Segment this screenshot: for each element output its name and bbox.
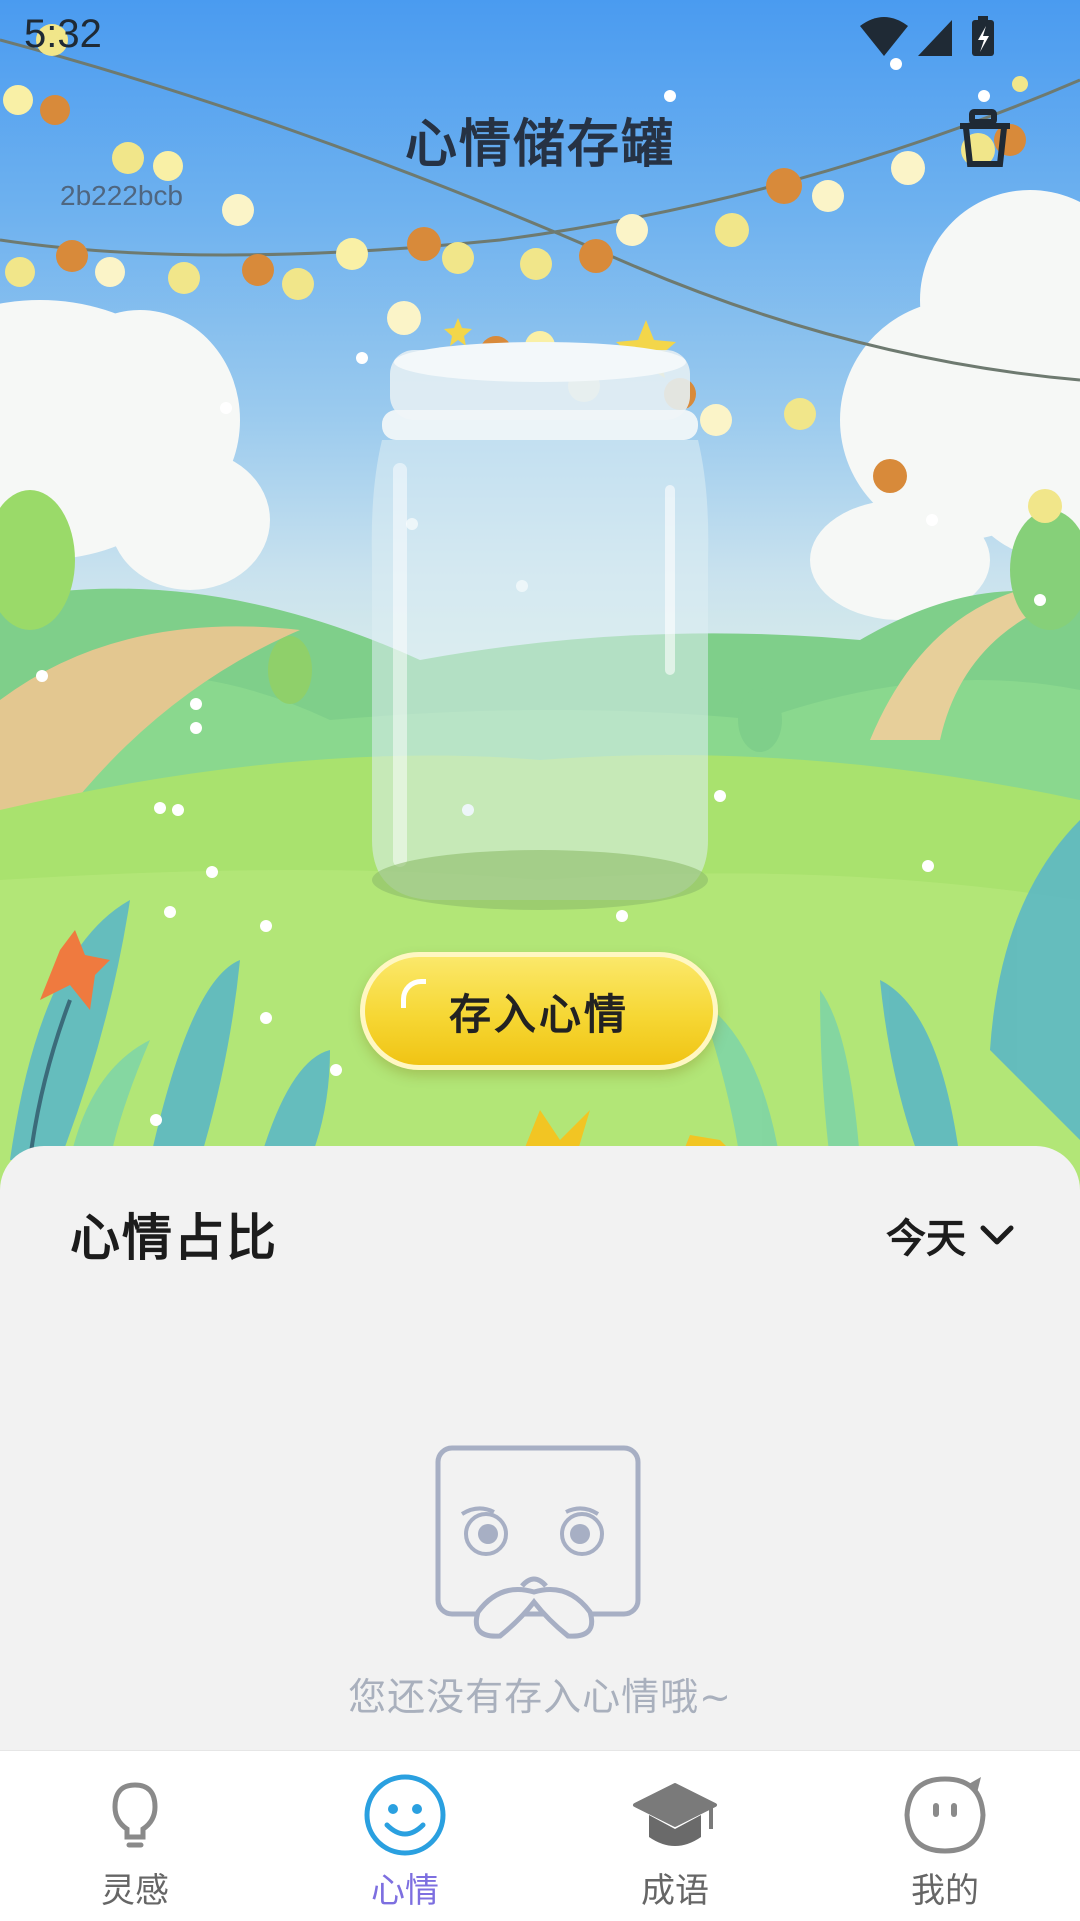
tab-mood[interactable]: 心情 xyxy=(270,1751,540,1921)
tab-inspiration[interactable]: 灵感 xyxy=(0,1751,270,1921)
tab-label: 灵感 xyxy=(101,1871,169,1911)
wifi-icon xyxy=(860,17,908,56)
graduation-cap-icon xyxy=(633,1783,717,1846)
chevron-down-icon xyxy=(980,1225,1014,1245)
store-mood-button[interactable]: 存入心情 xyxy=(360,952,718,1070)
smiley-icon xyxy=(364,1774,446,1856)
tab-idioms[interactable]: 成语 xyxy=(540,1751,810,1921)
mood-jar-illustration xyxy=(371,342,709,910)
mood-ratio-title: 心情占比 xyxy=(70,1209,278,1267)
button-shine xyxy=(401,979,426,1008)
trash-icon[interactable] xyxy=(954,104,1024,174)
status-icons xyxy=(860,16,994,56)
lightbulb-icon xyxy=(112,1782,158,1848)
page-title: 心情储存罐 xyxy=(404,115,675,175)
status-time: 5:32 xyxy=(24,12,102,56)
mood-ratio-panel: 心情占比 今天 您还没有存入心情哦~ xyxy=(0,1146,1080,1750)
face-bubble-icon xyxy=(904,1776,986,1854)
store-mood-label: 存入心情 xyxy=(448,989,629,1039)
signal-icon xyxy=(918,20,952,56)
date-range-dropdown[interactable]: 今天 xyxy=(886,1206,1014,1264)
tab-label: 我的 xyxy=(911,1871,979,1911)
tab-label: 成语 xyxy=(641,1871,709,1911)
empty-state-face-icon xyxy=(435,1445,641,1639)
empty-state-text: 您还没有存入心情哦~ xyxy=(348,1675,732,1719)
mood-jar-scene: 5:32 心情储存罐 2b222bcb 存入心情 xyxy=(0,0,1080,1200)
user-id-label: 2b222bcb xyxy=(60,180,184,211)
battery-icon xyxy=(972,16,994,56)
status-bar: 5:32 xyxy=(0,0,1080,72)
bottom-tab-bar: 灵感 心情 成语 我的 xyxy=(0,1750,1080,1921)
date-range-value: 今天 xyxy=(886,1216,966,1262)
tab-label: 心情 xyxy=(371,1871,439,1911)
tab-mine[interactable]: 我的 xyxy=(810,1751,1080,1921)
